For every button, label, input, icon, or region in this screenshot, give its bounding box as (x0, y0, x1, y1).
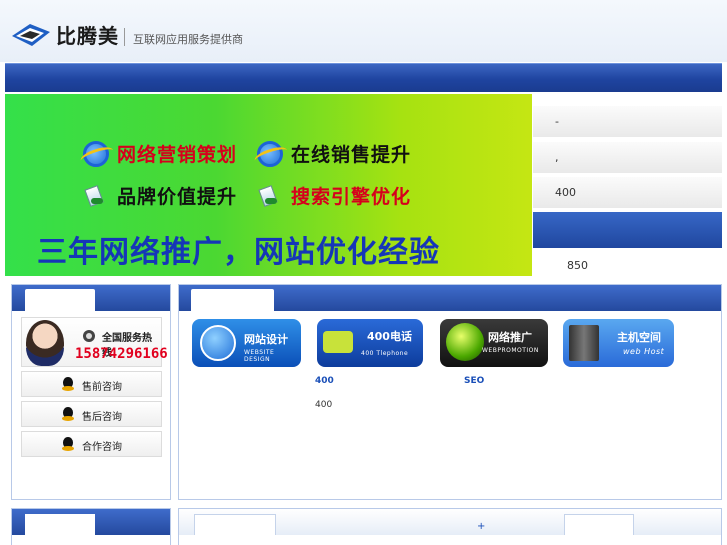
ie-logo-icon (200, 325, 236, 361)
service-card-title: 网络推广 (488, 331, 532, 344)
bottom-right-tab-1[interactable] (194, 514, 276, 535)
hero-banner[interactable]: 网络营销策划 在线销售提升 品牌价值提升 搜索引擎优化 三年网络推广，网站优化经… (5, 94, 532, 276)
contact-box: 全国服务热线 15874296166 售前咨询 售后咨询 合作咨询 (11, 284, 171, 500)
services-box: 网站设计 WEBSITE DESIGN 400电话 400 Tlephone 网… (178, 284, 722, 500)
bottom-left-box-header (12, 509, 170, 535)
site-header: 比腾美 互联网应用服务提供商 (0, 0, 727, 62)
certificate-icon (83, 185, 105, 207)
right-panel-item-active[interactable] (533, 212, 722, 248)
banner-service-4: 搜索引擎优化 (291, 186, 412, 208)
service-card-web-promotion[interactable]: 网络推广 WEBPROMOTION (440, 319, 548, 367)
banner-row-2: 在线销售提升 (257, 140, 411, 167)
aftersale-consult-button[interactable]: 售后咨询 (21, 401, 162, 427)
banner-service-3: 品牌价值提升 (117, 186, 238, 208)
bottom-right-box-header: + (179, 509, 721, 535)
expand-plus[interactable]: + (477, 521, 485, 532)
presale-consult-label: 售前咨询 (82, 382, 122, 393)
bottom-right-box: + (178, 508, 722, 545)
service-link-seo[interactable]: SEO (464, 376, 484, 386)
main-nav-bar (5, 63, 722, 92)
services-box-header (179, 285, 721, 311)
tagline: 互联网应用服务提供商 (133, 33, 243, 46)
aftersale-consult-label: 售后咨询 (82, 412, 122, 423)
qq-penguin-icon (61, 437, 75, 452)
hotline-card: 全国服务热线 15874296166 (21, 317, 168, 367)
globe-icon (446, 323, 484, 361)
logo-text[interactable]: 比腾美 (56, 20, 119, 49)
service-card-subtitle: web Host (623, 347, 665, 356)
banner-row-4: 搜索引擎优化 (257, 182, 411, 209)
qq-penguin-icon (61, 377, 75, 392)
bottom-right-tab-2[interactable] (564, 514, 634, 535)
customer-service-avatar (26, 320, 64, 366)
certificate-icon (257, 185, 279, 207)
service-description: 400 (315, 400, 333, 410)
service-card-title: 主机空间 (617, 331, 661, 344)
cooperation-consult-label: 合作咨询 (82, 442, 122, 453)
banner-service-2: 在线销售提升 (291, 144, 412, 166)
banner-row-1: 网络营销策划 (83, 140, 237, 167)
cooperation-consult-button[interactable]: 合作咨询 (21, 431, 162, 457)
qq-penguin-icon (61, 407, 75, 422)
contact-box-header (12, 285, 170, 311)
right-panel-item-5[interactable]: 850 (533, 250, 722, 281)
right-panel-item-1[interactable]: - (533, 106, 722, 137)
service-card-400-phone[interactable]: 400电话 400 Tlephone (317, 319, 423, 367)
banner-slogan: 三年网络推广，网站优化经验 (37, 227, 440, 271)
right-panel-item-3[interactable]: 400 (533, 177, 722, 208)
ie-logo-icon (83, 140, 109, 167)
right-panel-item-2[interactable]: , (533, 142, 722, 173)
right-news-panel: - , 400 850 (533, 94, 722, 281)
service-card-subtitle: WEBSITE DESIGN (244, 349, 275, 363)
bottom-left-box (11, 508, 171, 545)
service-card-website-design[interactable]: 网站设计 WEBSITE DESIGN (192, 319, 301, 367)
service-card-title: 网站设计 (244, 333, 288, 346)
server-icon (569, 325, 599, 361)
phone-icon (323, 331, 353, 353)
services-box-tab[interactable] (191, 289, 274, 311)
logo-icon[interactable] (10, 22, 52, 52)
service-card-web-host[interactable]: 主机空间 web Host (563, 319, 674, 367)
banner-service-1: 网络营销策划 (117, 144, 238, 166)
service-card-subtitle: WEBPROMOTION (482, 347, 539, 354)
ie-logo-icon (257, 140, 283, 167)
service-card-title: 400电话 (367, 330, 412, 343)
logo-divider (124, 28, 125, 46)
service-card-subtitle: 400 Tlephone (361, 350, 409, 357)
presale-consult-button[interactable]: 售前咨询 (21, 371, 162, 397)
service-link-400[interactable]: 400 (315, 376, 334, 386)
contact-box-tab[interactable] (25, 289, 95, 311)
banner-row-3: 品牌价值提升 (83, 182, 237, 209)
bottom-left-box-tab[interactable] (25, 514, 95, 535)
phone-icon (83, 330, 95, 342)
hotline-number: 15874296166 (75, 346, 168, 362)
banner-slogan-text: 三年网络推广，网站优化经验 (37, 235, 440, 270)
